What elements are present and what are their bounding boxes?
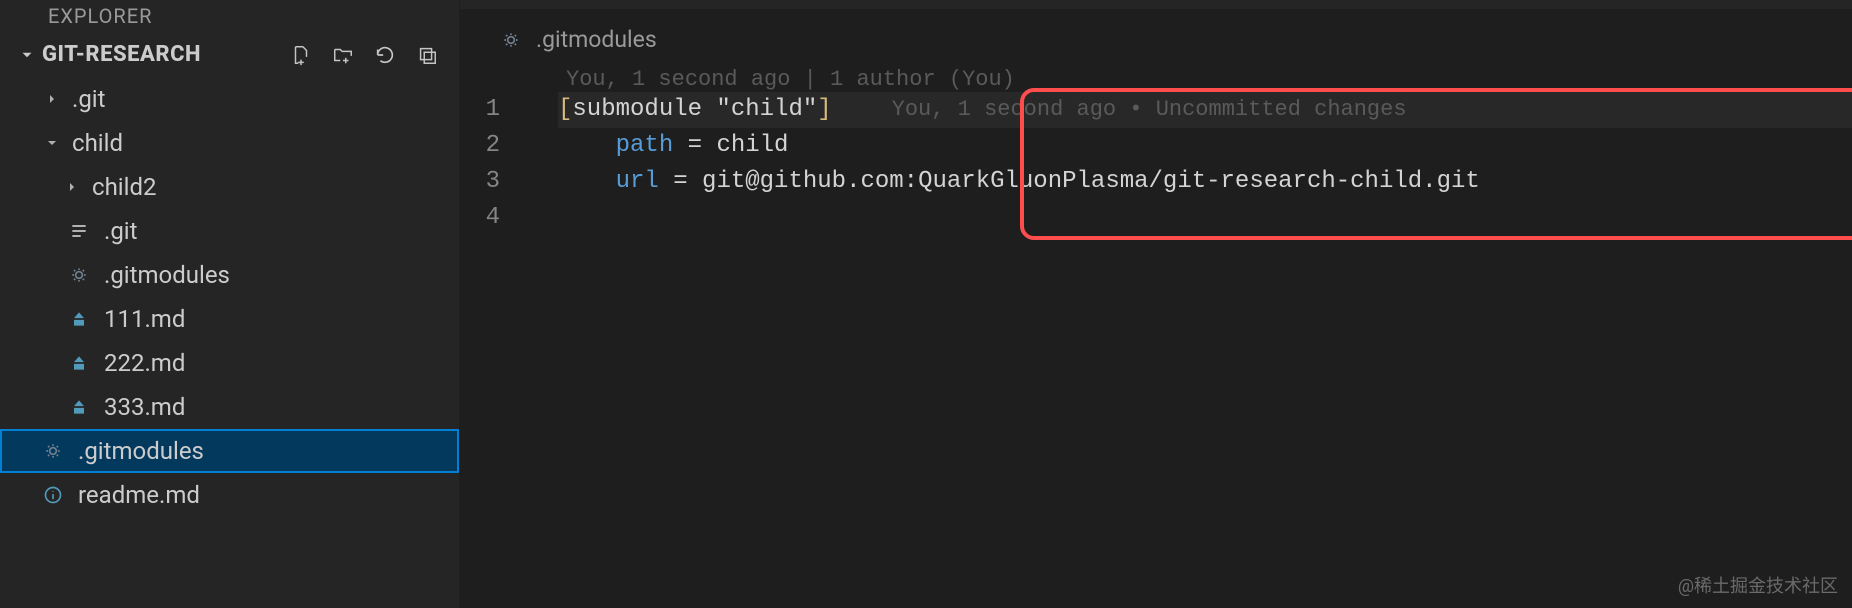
explorer-title: EXPLORER xyxy=(0,0,459,36)
gitlens-line-blame: You, 1 second ago • Uncommitted changes xyxy=(832,92,1407,128)
lines-file-icon xyxy=(64,221,94,241)
line-number: 3 xyxy=(460,164,528,200)
tree-label: 111.md xyxy=(104,305,449,333)
workspace-header[interactable]: GIT-RESEARCH xyxy=(0,36,459,73)
tree-file-222[interactable]: 222.md xyxy=(0,341,459,385)
file-explorer-sidebar: EXPLORER GIT-RESEARCH .git xyxy=(0,0,460,608)
tree-label: readme.md xyxy=(78,481,449,509)
info-icon xyxy=(38,485,68,505)
collapse-all-icon[interactable] xyxy=(415,43,439,67)
watermark: @稀土掘金技术社区 xyxy=(1678,572,1838,598)
workspace-name: GIT-RESEARCH xyxy=(42,42,289,67)
refresh-icon[interactable] xyxy=(373,43,397,67)
tree-folder-child2[interactable]: child2 xyxy=(0,165,459,209)
gitlens-file-annotation: You, 1 second ago | 1 author (You) xyxy=(460,67,1852,92)
breadcrumb-filename: .gitmodules xyxy=(536,26,657,53)
file-tree: .git child child2 .git .gitmodules xyxy=(0,73,459,517)
gear-file-icon xyxy=(64,265,94,285)
line-number: 1 xyxy=(460,92,528,128)
new-file-icon[interactable] xyxy=(289,43,313,67)
tree-label: child xyxy=(72,129,449,157)
code-line[interactable]: [submodule "child"] You, 1 second ago • … xyxy=(558,92,1852,128)
tree-folder-child[interactable]: child xyxy=(0,121,459,165)
tree-label: .gitmodules xyxy=(78,437,449,465)
tree-label: 222.md xyxy=(104,349,449,377)
markdown-icon xyxy=(64,397,94,417)
code-editor[interactable]: 1 2 3 4 [submodule "child"] You, 1 secon… xyxy=(460,92,1852,236)
tree-label: .gitmodules xyxy=(104,261,449,289)
markdown-icon xyxy=(64,353,94,373)
chevron-right-icon xyxy=(44,91,68,107)
tree-file-readme[interactable]: readme.md xyxy=(0,473,459,517)
tree-file-111[interactable]: 111.md xyxy=(0,297,459,341)
code-line[interactable]: url = git@github.com:QuarkGluonPlasma/gi… xyxy=(558,164,1852,200)
tree-file-gitmodules[interactable]: .gitmodules xyxy=(0,429,459,473)
chevron-down-icon xyxy=(18,46,42,64)
tree-file-333[interactable]: 333.md xyxy=(0,385,459,429)
tree-label: .git xyxy=(72,85,449,113)
breadcrumb[interactable]: .gitmodules xyxy=(460,10,1852,67)
gear-file-icon xyxy=(38,441,68,461)
gear-file-icon xyxy=(498,30,524,50)
tree-file-child-git[interactable]: .git xyxy=(0,209,459,253)
tree-file-child-gitmodules[interactable]: .gitmodules xyxy=(0,253,459,297)
editor-tabs-strip xyxy=(460,0,1852,10)
line-number-gutter: 1 2 3 4 xyxy=(460,92,528,236)
code-line[interactable] xyxy=(558,200,1852,236)
line-number: 4 xyxy=(460,200,528,236)
line-number: 2 xyxy=(460,128,528,164)
tree-label: 333.md xyxy=(104,393,449,421)
tree-label: child2 xyxy=(92,173,449,201)
tree-folder-git[interactable]: .git xyxy=(0,77,459,121)
chevron-right-icon xyxy=(64,179,88,195)
editor-pane: .gitmodules You, 1 second ago | 1 author… xyxy=(460,0,1852,608)
new-folder-icon[interactable] xyxy=(331,43,355,67)
markdown-icon xyxy=(64,309,94,329)
chevron-down-icon xyxy=(44,135,68,151)
tree-label: .git xyxy=(104,217,449,245)
code-line[interactable]: path = child xyxy=(558,128,1852,164)
